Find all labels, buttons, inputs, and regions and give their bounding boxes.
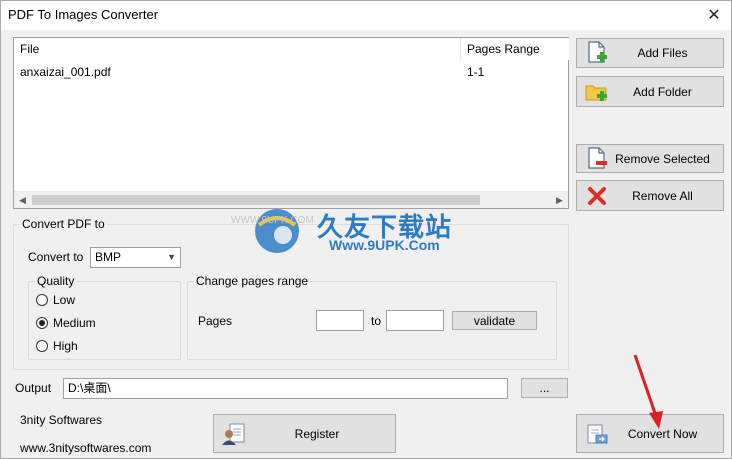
document-remove-icon bbox=[582, 145, 612, 173]
watermark-left-text: WWW.9UPK.COM bbox=[231, 215, 314, 226]
convert-to-label: Convert to bbox=[28, 250, 84, 264]
watermark-logo: WWW.9UPK.COM 久友下载站 Www.9UPK.Com bbox=[231, 201, 485, 261]
quality-high-label: High bbox=[53, 339, 78, 353]
remove-all-button[interactable]: Remove All bbox=[576, 180, 724, 211]
title-bar: PDF To Images Converter ✕ bbox=[1, 1, 731, 30]
file-list[interactable]: File Pages Range anxaizai_001.pdf 1-1 ◀ … bbox=[13, 37, 569, 209]
quality-option-medium[interactable]: Medium bbox=[36, 316, 96, 330]
validate-button[interactable]: validate bbox=[452, 311, 537, 330]
column-header-file[interactable]: File bbox=[14, 38, 461, 60]
watermark-sub-text: Www.9UPK.Com bbox=[329, 237, 440, 253]
convert-pdf-group-title: Convert PDF to bbox=[20, 217, 107, 231]
document-add-icon bbox=[582, 39, 612, 67]
quality-option-low[interactable]: Low bbox=[36, 293, 75, 307]
quality-low-label: Low bbox=[53, 293, 76, 307]
radio-low[interactable] bbox=[36, 294, 48, 306]
annotation-arrow-icon bbox=[633, 354, 663, 429]
quality-option-high[interactable]: High bbox=[36, 339, 78, 353]
convert-document-icon bbox=[582, 420, 612, 448]
format-select[interactable]: BMP ▼ bbox=[90, 247, 181, 268]
format-selected-value: BMP bbox=[95, 250, 122, 264]
remove-selected-button[interactable]: Remove Selected bbox=[576, 144, 724, 173]
output-label: Output bbox=[15, 381, 52, 395]
scroll-left-icon[interactable]: ◀ bbox=[14, 192, 31, 208]
to-label: to bbox=[371, 314, 382, 328]
red-x-icon bbox=[582, 182, 612, 210]
browse-button[interactable]: ... bbox=[521, 378, 568, 398]
add-files-label: Add Files bbox=[637, 46, 688, 60]
folder-add-icon bbox=[582, 78, 612, 106]
table-row-file[interactable]: anxaizai_001.pdf bbox=[14, 64, 461, 80]
add-folder-label: Add Folder bbox=[633, 84, 692, 99]
company-name: 3nity Softwares bbox=[20, 413, 103, 427]
register-user-icon bbox=[219, 420, 249, 448]
pages-from-input[interactable] bbox=[316, 310, 364, 331]
column-header-pages-range[interactable]: Pages Range bbox=[461, 38, 569, 60]
pages-to-input[interactable] bbox=[386, 310, 444, 331]
pages-label: Pages bbox=[198, 314, 233, 328]
output-path-input[interactable]: D:\桌面\ bbox=[63, 378, 508, 399]
quality-medium-label: Medium bbox=[53, 316, 96, 330]
scroll-right-icon[interactable]: ▶ bbox=[551, 192, 568, 208]
output-path-value: D:\桌面\ bbox=[68, 381, 111, 395]
radio-medium[interactable] bbox=[36, 317, 48, 329]
validate-label: validate bbox=[473, 313, 516, 328]
close-icon[interactable]: ✕ bbox=[697, 1, 731, 30]
add-folder-button[interactable]: Add Folder bbox=[576, 76, 724, 107]
radio-high[interactable] bbox=[36, 340, 48, 352]
watermark-globe-icon bbox=[255, 209, 299, 253]
company-website[interactable]: www.3nitysoftwares.com bbox=[20, 441, 151, 455]
browse-label: ... bbox=[539, 381, 550, 395]
app-window: PDF To Images Converter ✕ File Pages Ran… bbox=[0, 0, 732, 459]
add-files-button[interactable]: Add Files bbox=[576, 38, 724, 68]
quality-group-title: Quality bbox=[35, 274, 77, 288]
pages-range-group-title: Change pages range bbox=[194, 274, 311, 288]
remove-all-label: Remove All bbox=[632, 188, 693, 203]
register-button[interactable]: Register bbox=[213, 414, 396, 453]
chevron-down-icon[interactable]: ▼ bbox=[167, 248, 176, 267]
table-row-range[interactable]: 1-1 bbox=[461, 64, 569, 80]
window-title: PDF To Images Converter bbox=[8, 7, 159, 22]
remove-selected-label: Remove Selected bbox=[615, 151, 710, 166]
register-label: Register bbox=[294, 426, 340, 441]
